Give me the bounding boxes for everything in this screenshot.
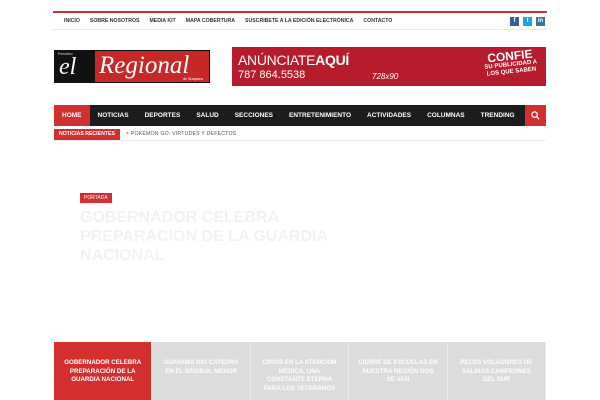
nav-secciones[interactable]: SECCIONES (227, 105, 281, 126)
nav-salud[interactable]: SALUD (188, 105, 226, 126)
topnav-media-kit[interactable]: MEDIA KIT (144, 18, 180, 24)
slider-thumbnails: GOBERNADOR CELEBRA PREPARACIÓN DE LA GUA… (54, 342, 547, 400)
topnav-inicio[interactable]: INICIO (59, 18, 85, 24)
nav-entretenimiento[interactable]: ENTRETENIMIENTO (281, 105, 359, 126)
hero-title[interactable]: GOBERNADOR CELEBRA PREPARACIÓN DE LA GUA… (80, 208, 380, 265)
logo-subtitle: de Guayama (182, 77, 203, 81)
social-links: f t in (510, 16, 547, 26)
slider-card[interactable]: GOBERNADOR CELEBRA PREPARACIÓN DE LA GUA… (54, 342, 153, 400)
ad-headline-b: AQUÍ (315, 52, 349, 68)
logo-name: Regional (99, 52, 190, 79)
ticker-headline[interactable]: × POKÉMON GO: VIRTUDES Y DEFECTOS (120, 131, 236, 137)
ad-phone: 787 864.5538 (238, 69, 306, 81)
slider-card[interactable]: GUAYAMA DIO CATEDRA EN EL BÉISBOL MENOR (152, 342, 251, 400)
slider-card-title: GOBERNADOR CELEBRA PREPARACIÓN DE LA GUA… (64, 359, 142, 383)
nav-actividades[interactable]: ACTIVIDADES (359, 105, 419, 126)
facebook-icon[interactable]: f (510, 16, 519, 26)
hero-slider[interactable]: PORTADA GOBERNADOR CELEBRA PREPARACIÓN D… (54, 146, 546, 342)
main-nav: HOME NOTICIAS DEPORTES SALUD SECCIONES E… (54, 105, 546, 126)
nav-noticias[interactable]: NOTICIAS (90, 105, 137, 126)
slider-card-title: GUAYAMA DIO CATEDRA EN EL BÉISBOL MENOR (163, 359, 239, 375)
slider-card[interactable]: CRISIS EN LA ATENCIÓN MÉDICA, UNA CONSTA… (250, 342, 350, 400)
ad-banner[interactable]: ANÚNCIATEAQUÍ 787 864.5538 728x90 CONFIE… (232, 47, 546, 86)
search-icon (531, 111, 540, 120)
ad-slogan: CONFIE SU PUBLICIDAD A LOS QUE SABEN (476, 47, 545, 86)
slider-card[interactable]: PECES VOLADORES DE SALINAS CAMPEONES DEL… (447, 342, 547, 400)
search-button[interactable] (525, 105, 546, 126)
topnav-sobre-nosotros[interactable]: SOBRE NOSOTROS (85, 18, 145, 24)
ticker-label: NOTICIAS RECIENTES (54, 128, 120, 140)
hero-category-tag[interactable]: PORTADA (80, 193, 112, 203)
instagram-icon[interactable]: in (536, 16, 545, 26)
nav-columnas[interactable]: COLUMNAS (419, 105, 473, 126)
slider-card-title: CIERRE DE ESCUELAS EN NUESTRA REGIÓN DOS… (358, 359, 438, 383)
site-logo[interactable]: el Periódico Regional de Guayama (54, 50, 210, 83)
page: INICIO SOBRE NOSOTROS MEDIA KIT MAPA COB… (0, 0, 600, 400)
logo-prefix: Periódico (58, 52, 73, 56)
slider-card[interactable]: CIERRE DE ESCUELAS EN NUESTRA REGIÓN DOS… (349, 342, 448, 400)
slider-card-title: PECES VOLADORES DE SALINAS CAMPEONES DEL… (460, 359, 533, 383)
ad-headline-a: ANÚNCIATE (238, 52, 316, 68)
top-bar: INICIO SOBRE NOSOTROS MEDIA KIT MAPA COB… (53, 13, 547, 30)
twitter-icon[interactable]: t (523, 16, 532, 26)
topnav-mapa-cobertura[interactable]: MAPA COBERTURA (181, 18, 240, 24)
slider-card-title: CRISIS EN LA ATENCIÓN MÉDICA, UNA CONSTA… (262, 359, 337, 392)
ad-size: 728x90 (372, 72, 399, 81)
nav-deportes[interactable]: DEPORTES (137, 105, 189, 126)
topnav-contacto[interactable]: CONTACTO (358, 18, 397, 24)
nav-trending[interactable]: TRENDING (473, 105, 523, 126)
news-ticker: NOTICIAS RECIENTES × POKÉMON GO: VIRTUDE… (54, 128, 546, 141)
nav-home[interactable]: HOME (54, 105, 90, 126)
topnav-suscribete[interactable]: SUSCRIBETE A LA EDICIÓN ELECTRÓNICA (240, 18, 358, 24)
top-nav: INICIO SOBRE NOSOTROS MEDIA KIT MAPA COB… (53, 18, 397, 24)
ad-headline: ANÚNCIATEAQUÍ (238, 52, 349, 68)
